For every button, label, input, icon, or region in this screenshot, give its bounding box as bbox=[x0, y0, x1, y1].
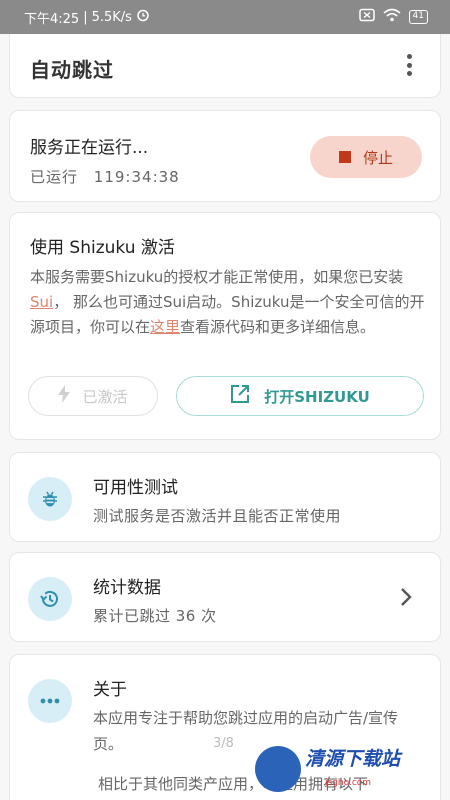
page-indicator: 3/8 bbox=[213, 736, 234, 751]
activated-label: 已激活 bbox=[82, 387, 128, 406]
app-title: 自动跳过 bbox=[30, 58, 114, 82]
sui-link[interactable]: Sui bbox=[30, 293, 53, 311]
availability-test-card[interactable]: 可用性测试 测试服务是否激活并且能否正常使用 bbox=[9, 452, 441, 542]
stop-label: 停止 bbox=[362, 148, 393, 167]
wifi-icon bbox=[383, 8, 401, 26]
shizuku-desc-part3: 查看源代码和更多详细信息。 bbox=[180, 318, 376, 336]
feature-title: 可用性测试 bbox=[93, 478, 178, 498]
status-speed: 5.5K/s bbox=[91, 9, 132, 25]
open-shizuku-button[interactable]: 打开SHIZUKU bbox=[176, 376, 424, 416]
watermark: 清源下载站 jsgho.com bbox=[255, 742, 435, 798]
runtime-value: 119:34:38 bbox=[93, 168, 180, 186]
service-runtime: 已运行 119:34:38 bbox=[30, 166, 180, 187]
about-title: 关于 bbox=[93, 680, 127, 700]
app-bar: 自动跳过 bbox=[9, 30, 441, 98]
bug-icon bbox=[28, 477, 72, 521]
shizuku-title: 使用 Shizuku 激活 bbox=[30, 238, 175, 258]
stop-icon bbox=[338, 151, 351, 163]
more-options-icon[interactable] bbox=[406, 54, 412, 76]
watermark-text: 清源下载站 bbox=[305, 748, 401, 770]
alarm-icon bbox=[136, 8, 150, 26]
status-left: 下午4:25 | 5.5K/s bbox=[24, 8, 150, 27]
activated-button[interactable]: 已激活 bbox=[28, 376, 158, 416]
watermark-logo bbox=[255, 746, 301, 792]
status-time: 下午4:25 bbox=[24, 11, 80, 27]
service-status-card: 服务正在运行... 已运行 119:34:38 停止 bbox=[9, 110, 441, 202]
more-dots-icon bbox=[28, 679, 72, 723]
shizuku-desc-part1: 本服务需要Shizuku的授权才能正常使用，如果您已安装 bbox=[30, 268, 404, 286]
shizuku-card: 使用 Shizuku 激活 本服务需要Shizuku的授权才能正常使用，如果您已… bbox=[9, 212, 441, 440]
sim-off-icon bbox=[358, 8, 375, 26]
shizuku-description: 本服务需要Shizuku的授权才能正常使用，如果您已安装Sui， 那么也可通过S… bbox=[30, 265, 430, 340]
source-link[interactable]: 这里 bbox=[150, 318, 180, 336]
feature-title: 统计数据 bbox=[93, 578, 161, 598]
flash-icon bbox=[58, 385, 71, 407]
chevron-right-icon bbox=[400, 587, 412, 611]
statistics-card[interactable]: 统计数据 累计已跳过 36 次 bbox=[9, 552, 441, 642]
feature-subtitle: 累计已跳过 36 次 bbox=[93, 607, 217, 625]
open-shizuku-label: 打开SHIZUKU bbox=[264, 387, 370, 406]
watermark-url: jsgho.com bbox=[325, 778, 372, 788]
battery-indicator: 41 bbox=[408, 10, 428, 24]
history-icon bbox=[28, 577, 72, 621]
status-divider: | bbox=[83, 9, 88, 25]
status-bar: 下午4:25 | 5.5K/s 41 bbox=[0, 0, 450, 34]
feature-subtitle: 测试服务是否激活并且能否正常使用 bbox=[93, 507, 342, 525]
runtime-label: 已运行 bbox=[30, 168, 79, 186]
service-status-text: 服务正在运行... bbox=[30, 138, 149, 158]
open-external-icon bbox=[230, 384, 250, 408]
status-right: 41 bbox=[358, 8, 428, 26]
stop-button[interactable]: 停止 bbox=[310, 136, 422, 178]
